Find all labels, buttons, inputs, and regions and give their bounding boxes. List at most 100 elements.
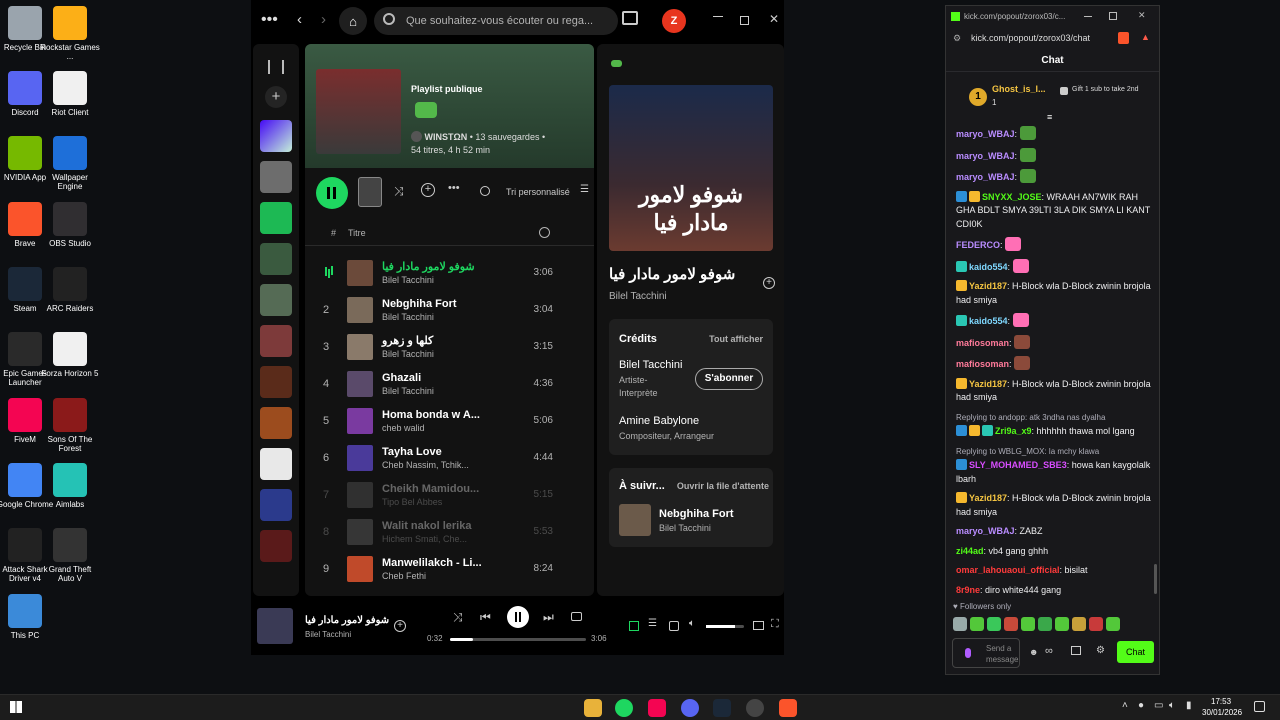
track-artist[interactable]: Cheb Fethi xyxy=(382,571,482,581)
clock-time[interactable]: 17:53 xyxy=(1211,697,1231,706)
track-title[interactable]: Ghazali xyxy=(382,372,434,384)
brave-icon[interactable] xyxy=(779,699,797,717)
tray-chevron-icon[interactable]: ˄ xyxy=(1122,700,1128,711)
emoji-icon[interactable]: ☻ xyxy=(1029,647,1038,657)
track-title[interactable]: Homa bonda w A... xyxy=(382,409,480,421)
now-playing-view-icon[interactable] xyxy=(629,621,639,631)
track-title[interactable]: Manwelilakch - Li... xyxy=(382,557,482,569)
track-row[interactable]: 3 كلها و زهرو Bilel Tacchini 3:15 xyxy=(305,328,594,365)
desktop-icon[interactable]: Aimlabs xyxy=(40,463,100,509)
fivem-icon[interactable] xyxy=(648,699,666,717)
network-icon[interactable]: ▭ xyxy=(1154,700,1163,711)
library-icon[interactable] xyxy=(268,60,284,74)
desktop-icon[interactable]: Rockstar Games ... xyxy=(40,6,100,61)
mini-cover[interactable] xyxy=(358,177,382,207)
progress-bar[interactable] xyxy=(450,638,586,641)
player-title[interactable]: شوفو لامور مادار فيا xyxy=(305,615,389,626)
address-bar[interactable]: ⚙ kick.com/popout/zorox03/chat ▲ xyxy=(946,28,1159,50)
desktop-icon[interactable]: Wallpaper Engine xyxy=(40,136,100,191)
minimize-icon[interactable] xyxy=(713,16,723,17)
repeat-icon[interactable] xyxy=(571,612,582,621)
clock-date[interactable]: 30/01/2026 xyxy=(1202,708,1242,717)
emote-icon[interactable] xyxy=(987,617,1001,631)
filter-icon[interactable]: ≡ xyxy=(1047,112,1052,122)
more-options-icon[interactable]: ••• xyxy=(448,182,460,194)
track-title[interactable]: Tayha Love xyxy=(382,446,469,458)
emote-icon[interactable] xyxy=(1038,617,1052,631)
search-list-icon[interactable] xyxy=(480,186,490,196)
avatar[interactable]: Z xyxy=(662,9,686,33)
forward-icon[interactable]: › xyxy=(321,11,326,28)
steam-icon[interactable] xyxy=(713,699,731,717)
track-title[interactable]: Walit nakol lerika xyxy=(382,520,471,532)
file-explorer-icon[interactable] xyxy=(584,699,602,717)
liked-songs-tile[interactable] xyxy=(260,120,292,152)
chat-username[interactable]: maryo_WBAJ xyxy=(956,129,1015,139)
track-artist[interactable]: Hichem Smati, Che... xyxy=(382,534,471,544)
track-row[interactable]: 6 Tayha Love Cheb Nassim, Tchik... 4:44 xyxy=(305,439,594,476)
gifter-name[interactable]: Ghost_is_l... xyxy=(992,84,1046,94)
track-artist[interactable]: Bilel Tacchini xyxy=(382,349,434,359)
chat-username[interactable]: mafiosoman xyxy=(956,338,1009,348)
list-view-icon[interactable]: ☰ xyxy=(580,184,589,195)
track-title[interactable]: كلها و زهرو xyxy=(382,334,434,347)
track-row[interactable]: 2 Nebghiha Fort Bilel Tacchini 3:04 xyxy=(305,291,594,328)
close-icon[interactable]: ✕ xyxy=(1138,10,1146,21)
now-playing-title[interactable]: شوفو لامور مادار فيا xyxy=(609,265,735,283)
emote-icon[interactable] xyxy=(970,617,984,631)
store-icon[interactable] xyxy=(1071,646,1081,655)
close-icon[interactable]: ✕ xyxy=(769,12,779,26)
volume-slider[interactable] xyxy=(706,625,744,628)
reply-context[interactable]: Replying to WBLG_MOX: la mchy klawa xyxy=(956,445,1156,459)
library-tile[interactable] xyxy=(260,161,292,193)
emote-icon[interactable] xyxy=(1021,617,1035,631)
chat-username[interactable]: 8r9ne xyxy=(956,585,980,595)
track-title[interactable]: شوفو لامور مادار فيا xyxy=(382,260,475,273)
chat-input[interactable]: Send a message xyxy=(952,638,1020,668)
emote-icon[interactable] xyxy=(1055,617,1069,631)
library-tile[interactable] xyxy=(260,284,292,316)
queue-title[interactable]: Nebghiha Fort xyxy=(659,508,734,520)
track-artist[interactable]: Tipo Bel Abbes xyxy=(382,497,479,507)
chat-username[interactable]: FEDERCO xyxy=(956,240,1000,250)
send-chat-button[interactable]: Chat xyxy=(1117,641,1154,663)
previous-icon[interactable]: ⏮ xyxy=(480,610,491,625)
desktop-icon[interactable]: Forza Horizon 5 xyxy=(40,332,100,378)
saved-episodes-tile[interactable] xyxy=(260,202,292,234)
back-icon[interactable]: ‹ xyxy=(297,11,302,28)
emote-icon[interactable] xyxy=(953,617,967,631)
chat-username[interactable]: Zri9a_x9 xyxy=(995,426,1032,436)
track-row[interactable]: 7 Cheikh Mamidou... Tipo Bel Abbes 5:15 xyxy=(305,476,594,513)
chat-username[interactable]: Yazid187 xyxy=(969,493,1007,503)
add-icon[interactable]: + xyxy=(394,620,406,632)
shuffle-icon[interactable]: ⤨ xyxy=(453,610,463,625)
play-pause-button[interactable] xyxy=(316,177,348,209)
track-row[interactable]: 5 Homa bonda w A... cheb walid 5:06 xyxy=(305,402,594,439)
desktop-icon[interactable]: Sons Of The Forest xyxy=(40,398,100,453)
track-row[interactable]: 8 Walit nakol lerika Hichem Smati, Che... 5… xyxy=(305,513,594,550)
chat-username[interactable]: kaido554 xyxy=(969,262,1008,272)
track-title[interactable]: Cheikh Mamidou... xyxy=(382,483,479,495)
desktop-icon[interactable]: OBS Studio xyxy=(40,202,100,248)
rewards-icon[interactable]: ▲ xyxy=(1141,32,1150,42)
desktop-icon[interactable]: Riot Client xyxy=(40,71,100,117)
open-queue-link[interactable]: Ouvrir la file d'attente xyxy=(677,481,769,491)
library-tile[interactable] xyxy=(260,325,292,357)
library-tile[interactable] xyxy=(260,366,292,398)
gift-prompt[interactable]: Gift 1 sub to take 2nd xyxy=(1072,85,1156,94)
player-artist[interactable]: Bilel Tacchini xyxy=(305,630,351,639)
lyrics-icon[interactable]: ☰ xyxy=(648,618,657,629)
search-input[interactable]: Que souhaitez-vous écouter ou rega... xyxy=(374,7,618,35)
show-all-link[interactable]: Tout afficher xyxy=(709,334,763,344)
more-icon[interactable]: ••• xyxy=(261,11,278,29)
now-playing-artist[interactable]: Bilel Tacchini xyxy=(609,291,667,302)
volume-tray-icon[interactable]: 🔈︎ xyxy=(1169,700,1175,711)
minimize-icon[interactable] xyxy=(1084,16,1092,17)
chat-username[interactable]: mafiosoman xyxy=(956,359,1009,369)
chat-username[interactable]: maryo_WBAJ xyxy=(956,172,1015,182)
track-artist[interactable]: cheb walid xyxy=(382,423,480,433)
emote-icon[interactable] xyxy=(1004,617,1018,631)
chat-username[interactable]: Yazid187 xyxy=(969,281,1007,291)
desktop-icon[interactable]: ARC Raiders xyxy=(40,267,100,313)
settings-icon[interactable]: ⚙ xyxy=(1096,645,1105,656)
